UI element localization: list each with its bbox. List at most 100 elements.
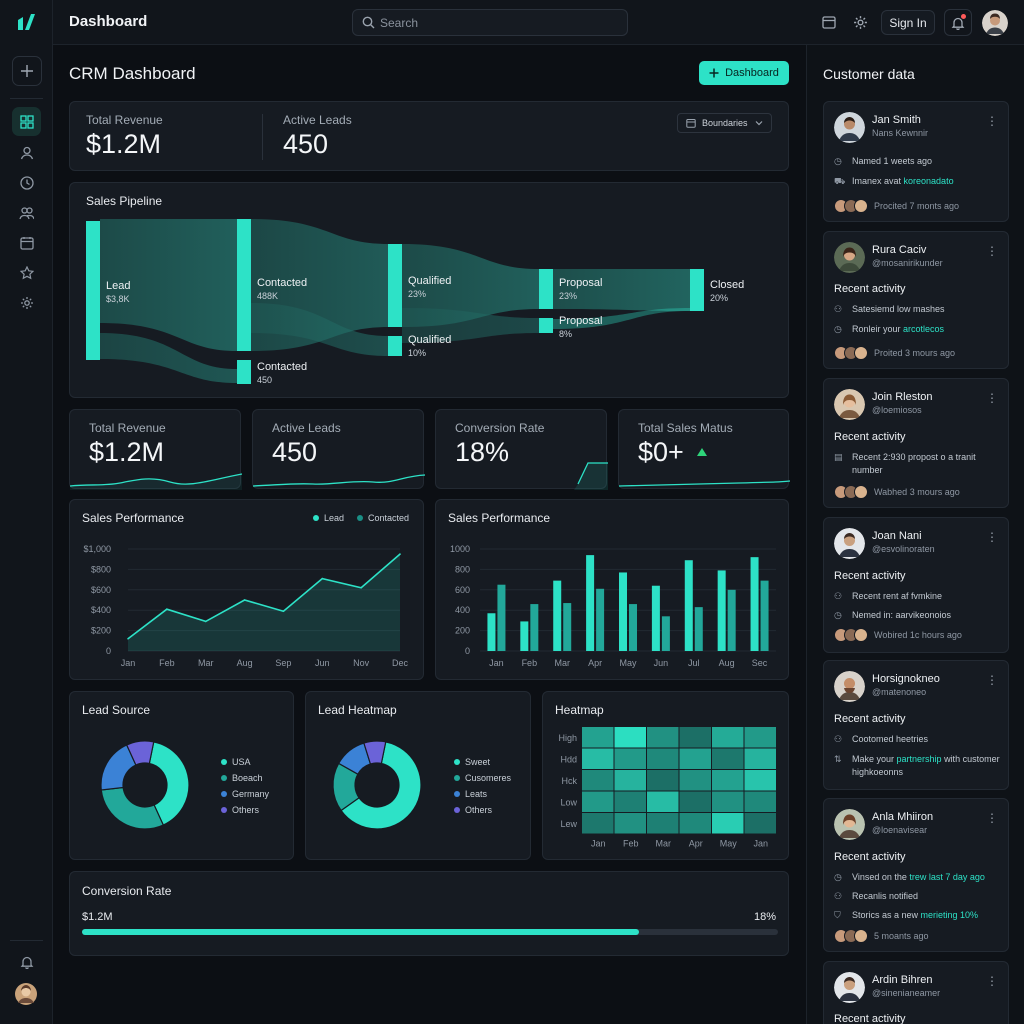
sign-in-button[interactable]: Sign In xyxy=(881,10,935,35)
sidebar-item-favorites[interactable] xyxy=(12,258,41,287)
kpi-label: Total Revenue xyxy=(89,421,166,435)
kpi-value: 450 xyxy=(272,437,318,467)
customer-card[interactable]: Joan Nani @esvolinoraten ⋮ Recent activi… xyxy=(823,517,1009,653)
legend-item: USA xyxy=(221,757,251,767)
sidebar-notifications[interactable] xyxy=(12,947,41,976)
customer-panel: Customer data Jan Smith Nans Kewnnir ⋮ ◷… xyxy=(806,45,1024,1024)
gear-icon xyxy=(20,296,33,309)
customer-card[interactable]: Jan Smith Nans Kewnnir ⋮ ◷ Named 1 weets … xyxy=(823,101,1009,222)
bar xyxy=(694,607,703,651)
customer-card[interactable]: Join Rleston @loemiosos ⋮ Recent activit… xyxy=(823,378,1009,508)
x-tick-label: Jan xyxy=(489,658,504,668)
heatmap-cell xyxy=(712,791,744,812)
conversion-title: Conversion Rate xyxy=(82,884,172,898)
sidebar xyxy=(0,0,53,1024)
more-options-icon[interactable]: ⋮ xyxy=(986,974,998,988)
stage-value: 20% xyxy=(710,293,729,303)
heatmap-cell xyxy=(582,813,614,834)
activity-text: Vinsed on the xyxy=(852,872,910,882)
kpi-card-revenue: Total Revenue $1.2M xyxy=(69,409,242,490)
panel-toggle-button[interactable] xyxy=(818,11,840,33)
y-tick-label: $1,000 xyxy=(83,544,111,554)
avatar-stack: Procited 7 monts ago xyxy=(834,199,959,213)
y-tick-label: 600 xyxy=(455,585,470,595)
legend-label: Germany xyxy=(232,789,270,799)
customer-handle: @loenavisear xyxy=(872,825,928,835)
more-options-icon[interactable]: ⋮ xyxy=(986,530,998,544)
x-tick-label: Sep xyxy=(275,658,291,668)
search-box[interactable] xyxy=(352,9,628,36)
activity-link[interactable]: partnership xyxy=(897,754,942,764)
customer-card[interactable]: Anla Mhiiron @loenavisear ⋮ Recent activ… xyxy=(823,798,1009,952)
x-tick-label: Jan xyxy=(753,839,768,849)
bar xyxy=(553,580,562,651)
line-point xyxy=(166,608,168,610)
activity-line: ⚇ Recanlis notified xyxy=(834,890,1002,903)
more-options-icon[interactable]: ⋮ xyxy=(986,811,998,825)
line-area xyxy=(128,554,400,651)
activity-link[interactable]: merieting 10% xyxy=(921,910,979,920)
x-tick-label: Mar xyxy=(198,658,214,668)
y-tick-label: 1000 xyxy=(450,544,470,554)
activity-link[interactable]: koreonadato xyxy=(904,176,954,186)
x-tick-label: Feb xyxy=(159,658,175,668)
more-options-icon[interactable]: ⋮ xyxy=(986,244,998,258)
x-tick-label: Feb xyxy=(623,839,639,849)
legend-item: Others xyxy=(221,805,259,815)
node-qualified-2 xyxy=(388,336,402,356)
plus-icon xyxy=(709,68,719,78)
sidebar-item-calendar[interactable] xyxy=(12,228,41,257)
activity-link[interactable]: arcotlecos xyxy=(903,324,944,334)
stage-qualified-2: Qualified 10% xyxy=(408,334,451,360)
heatmap-cell xyxy=(744,748,776,769)
customer-card[interactable]: Ardin Bihren @sinenianeamer ⋮ Recent act… xyxy=(823,961,1009,1024)
sidebar-item-dashboard[interactable] xyxy=(12,107,41,136)
sidebar-item-profile[interactable] xyxy=(12,138,41,167)
heatmap-cell xyxy=(712,813,744,834)
customer-handle: @sinenianeamer xyxy=(872,988,941,998)
activity-line: ⚇ Cootomed heetries xyxy=(834,733,1002,746)
bar xyxy=(497,584,506,651)
user-avatar[interactable] xyxy=(15,983,37,1005)
bar-chart: 1000 800 600 400 200 0 Jan Feb Mar Apr May Jun Jul Au… xyxy=(450,544,776,668)
y-tick-label: High xyxy=(558,733,577,743)
activity-text: Make your xyxy=(852,754,897,764)
clock-icon: ◷ xyxy=(834,156,842,166)
settings-button[interactable] xyxy=(849,11,871,33)
avatar-stack: Proited 3 mours ago xyxy=(834,346,955,360)
heatmap-cell xyxy=(744,727,776,748)
bar xyxy=(530,604,539,651)
kpi-value: $0+ xyxy=(638,437,684,467)
lead-source-card: Lead Source USA Boeach Germany Others xyxy=(69,691,294,860)
sidebar-item-settings[interactable] xyxy=(12,288,41,317)
more-options-icon[interactable]: ⋮ xyxy=(986,391,998,405)
y-tick-label: Hck xyxy=(562,776,578,786)
more-options-icon[interactable]: ⋮ xyxy=(986,114,998,128)
kpi-divider xyxy=(262,114,263,160)
kpi-label: Active Leads xyxy=(272,421,341,435)
add-dashboard-button[interactable]: Dashboard xyxy=(699,61,789,85)
kpi-label: Total Sales Matus xyxy=(638,421,733,435)
customer-handle: @loemiosos xyxy=(872,405,922,415)
total-revenue-label: Total Revenue xyxy=(86,113,163,127)
customer-name: Rura Caciv xyxy=(872,244,927,256)
bar xyxy=(586,555,595,651)
sidebar-item-history[interactable] xyxy=(12,168,41,197)
new-button[interactable] xyxy=(12,56,42,86)
activity-line: ◷ Nemed in: aarvikeonoios xyxy=(834,609,1002,622)
x-tick-label: May xyxy=(720,839,738,849)
notifications-button[interactable] xyxy=(944,9,972,36)
heatmap-cell xyxy=(647,727,679,748)
heatmap-cell xyxy=(582,727,614,748)
boundaries-dropdown[interactable]: Boundaries xyxy=(677,113,772,133)
customer-card[interactable]: Rura Caciv @mosanirikunder ⋮ Recent acti… xyxy=(823,231,1009,369)
y-tick-label: 200 xyxy=(455,626,470,636)
node-qualified xyxy=(388,244,402,327)
customer-handle: @matenoneo xyxy=(872,687,927,697)
customer-card[interactable]: Horsignokneo @matenoneo ⋮ Recent activit… xyxy=(823,660,1009,790)
profile-avatar[interactable] xyxy=(982,10,1008,36)
sidebar-item-contacts[interactable] xyxy=(12,198,41,227)
more-options-icon[interactable]: ⋮ xyxy=(986,673,998,687)
activity-link[interactable]: trew last 7 day ago xyxy=(909,872,985,882)
search-input[interactable] xyxy=(380,14,620,32)
